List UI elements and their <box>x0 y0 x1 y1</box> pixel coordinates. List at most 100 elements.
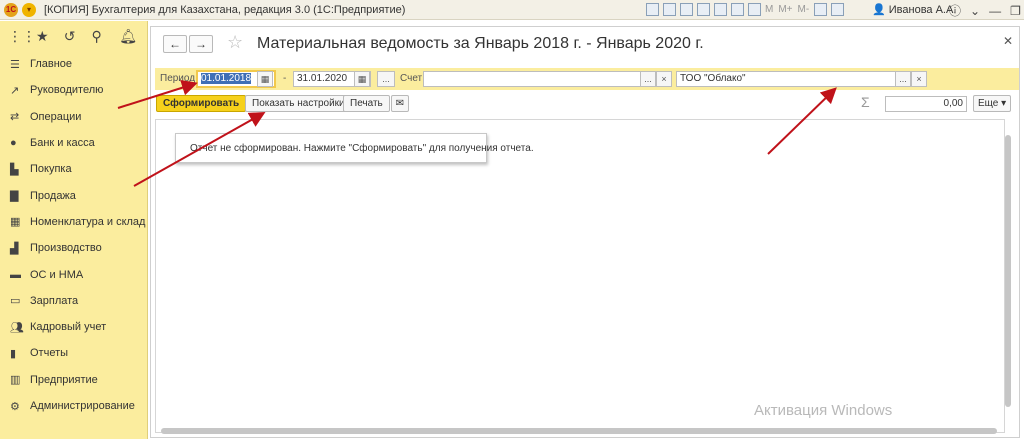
sidebar-item-label: Банк и касса <box>30 137 95 150</box>
minimize-icon[interactable]: — <box>989 4 1001 18</box>
account-select-button[interactable]: ... <box>640 71 656 87</box>
arrow-left-icon: ← <box>169 37 181 51</box>
sidebar-item-label: Продажа <box>30 189 76 202</box>
sidebar-top-toolbar: ⋮⋮ ★ ↺ ⚲ 🔔︎ <box>0 21 147 51</box>
sidebar-item-label: Зарплата <box>30 294 79 307</box>
sidebar-item-operations[interactable]: ⇄ Операции <box>0 104 147 130</box>
arrow-right-icon: → <box>195 37 207 51</box>
period-select-button[interactable]: ... <box>377 71 395 87</box>
preview-icon[interactable] <box>680 3 693 16</box>
report-toolbar: Сформировать Показать настройки Печать ✉… <box>155 94 1019 115</box>
favorites-star-icon[interactable]: ★ <box>36 28 64 45</box>
date-from-value: 01.01.2018 <box>201 73 252 84</box>
calendar-icon[interactable] <box>748 3 761 16</box>
sidebar-item-label: Руководителю <box>30 84 104 97</box>
date-to-calendar-button[interactable]: ▦ <box>354 71 370 87</box>
factory-icon: ▟ <box>10 242 19 255</box>
report-form: ← → ☆ Материальная ведомость за Январь 2… <box>150 26 1020 438</box>
save-icon[interactable] <box>646 3 659 16</box>
bar-chart-icon: ▮ <box>10 347 17 360</box>
search-icon[interactable]: ⚲ <box>92 28 120 45</box>
forward-button[interactable]: → <box>189 35 213 53</box>
sidebar-item-hr[interactable]: 👥︎ Кадровый учет <box>0 314 147 340</box>
horizontal-scrollbar[interactable] <box>155 427 1003 435</box>
grid-menu-icon[interactable]: ⋮⋮ <box>8 28 36 45</box>
history-icon[interactable]: ↺ <box>64 28 92 45</box>
favorite-star-icon[interactable]: ☆ <box>227 32 243 53</box>
sidebar-item-bank[interactable]: ● Банк и касса <box>0 130 147 156</box>
sidebar-item-sales[interactable]: ▇ Продажа <box>0 182 147 208</box>
sidebar-item-label: ОС и НМА <box>30 268 84 281</box>
more-button[interactable]: Еще ▾ <box>973 95 1012 112</box>
memory-plus-button[interactable]: M+ <box>778 4 792 15</box>
back-button[interactable]: ← <box>163 35 187 53</box>
windows-activation-watermark: Активация Windows <box>754 402 893 419</box>
export-icon[interactable] <box>714 3 727 16</box>
envelope-icon: ✉ <box>395 98 405 109</box>
organization-clear-button[interactable]: × <box>911 71 927 87</box>
sidebar-item-label: Отчеты <box>30 347 69 360</box>
info-icon[interactable]: ⓘ <box>949 2 961 19</box>
generate-button[interactable]: Сформировать <box>156 95 247 112</box>
main-menu-dropdown-icon[interactable]: ▾ <box>22 2 36 17</box>
sidebar-item-label: Операции <box>30 110 82 123</box>
sidebar-item-enterprise[interactable]: ▥ Предприятие <box>0 367 147 393</box>
memory-button[interactable]: M <box>765 4 773 15</box>
sidebar-item-main[interactable]: ☰ Главное <box>0 51 147 77</box>
sidebar-item-reports[interactable]: ▮ Отчеты <box>0 340 147 366</box>
vertical-scrollbar[interactable] <box>1003 119 1013 419</box>
bag-icon: ▇ <box>10 190 19 203</box>
organization-select-button[interactable]: ... <box>895 71 911 87</box>
menu-icon: ☰ <box>10 58 20 71</box>
calendar-icon: ▦ <box>260 74 270 84</box>
bell-icon[interactable]: 🔔︎ <box>119 28 147 45</box>
sidebar-item-label: Производство <box>30 242 102 255</box>
organization-field[interactable]: ТОО "Облако" <box>676 71 896 87</box>
window-title-bar: 1С ▾ [КОПИЯ] Бухгалтерия для Казахстана,… <box>0 0 1024 20</box>
chevron-down-icon[interactable]: ⌄ <box>970 4 980 18</box>
wallet-icon: ▭ <box>10 295 21 308</box>
bank-icon: ● <box>10 137 17 150</box>
report-area[interactable] <box>155 119 1005 433</box>
filter-bar: Период: 01.01.2018 ▦ - 31.01.2020 ▦ ... … <box>155 68 1019 90</box>
sidebar-item-production[interactable]: ▟ Производство <box>0 235 147 261</box>
app-logo-icon[interactable]: 1С <box>4 2 18 17</box>
people-icon: 👥︎ <box>10 321 24 334</box>
memory-minus-button[interactable]: M- <box>798 4 810 15</box>
sidebar-item-label: Номенклатура и склад <box>30 215 146 228</box>
sidebar-item-inventory[interactable]: ▦ Номенклатура и склад <box>0 209 147 235</box>
print-icon[interactable] <box>663 3 676 16</box>
account-field[interactable] <box>423 71 641 87</box>
restore-icon[interactable]: ❐ <box>1010 4 1021 18</box>
horizontal-scroll-thumb[interactable] <box>161 428 997 434</box>
sidebar-item-label: Главное <box>30 58 73 71</box>
zoom-icon[interactable] <box>814 3 828 16</box>
sidebar-item-label: Предприятие <box>30 373 98 386</box>
sum-field: 0,00 <box>885 96 967 112</box>
sidebar-item-manager[interactable]: ↗ Руководителю <box>0 77 147 103</box>
date-from-calendar-button[interactable]: ▦ <box>257 71 273 87</box>
gear-icon: ⚙ <box>10 400 20 413</box>
truck-icon: ▬ <box>10 268 21 281</box>
calendar-icon: ▦ <box>357 74 367 84</box>
sections-sidebar: ⋮⋮ ★ ↺ ⚲ 🔔︎ ☰ Главное ↗ Руководителю ⇄ Опер… <box>0 21 148 439</box>
operations-icon: ⇄ <box>10 111 20 124</box>
print-button[interactable]: Печать <box>343 95 390 112</box>
sidebar-item-label: Кадровый учет <box>30 321 107 334</box>
send-email-button[interactable]: ✉ <box>391 95 409 112</box>
sidebar-item-admin[interactable]: ⚙ Администрирование <box>0 393 147 419</box>
window-list-icon[interactable] <box>831 3 845 16</box>
period-label: Период: <box>160 73 198 84</box>
send-icon[interactable] <box>697 3 710 16</box>
show-settings-button[interactable]: Показать настройки <box>245 95 352 112</box>
sidebar-item-fixed-assets[interactable]: ▬ ОС и НМА <box>0 261 147 287</box>
vertical-scroll-thumb[interactable] <box>1005 135 1011 407</box>
date-separator: - <box>283 73 287 84</box>
chart-line-icon: ↗ <box>10 84 20 97</box>
page-title: Материальная ведомость за Январь 2018 г.… <box>257 35 704 52</box>
close-form-icon[interactable]: ✕ <box>1003 34 1013 48</box>
sidebar-item-salary[interactable]: ▭ Зарплата <box>0 288 147 314</box>
account-clear-button[interactable]: × <box>656 71 672 87</box>
sidebar-item-purchase[interactable]: ▙ Покупка <box>0 156 147 182</box>
table-icon[interactable] <box>731 3 744 16</box>
